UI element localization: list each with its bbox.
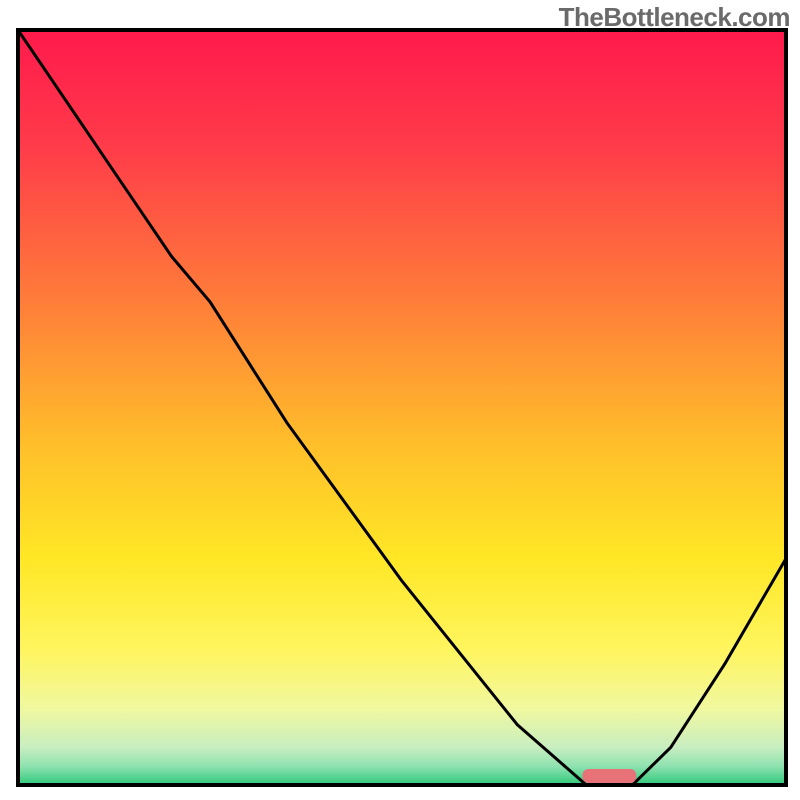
- watermark-text: TheBottleneck.com: [559, 2, 790, 33]
- optimal-marker: [582, 769, 636, 783]
- plot-background: [18, 30, 786, 785]
- bottleneck-chart: [0, 0, 800, 800]
- chart-frame: TheBottleneck.com: [0, 0, 800, 800]
